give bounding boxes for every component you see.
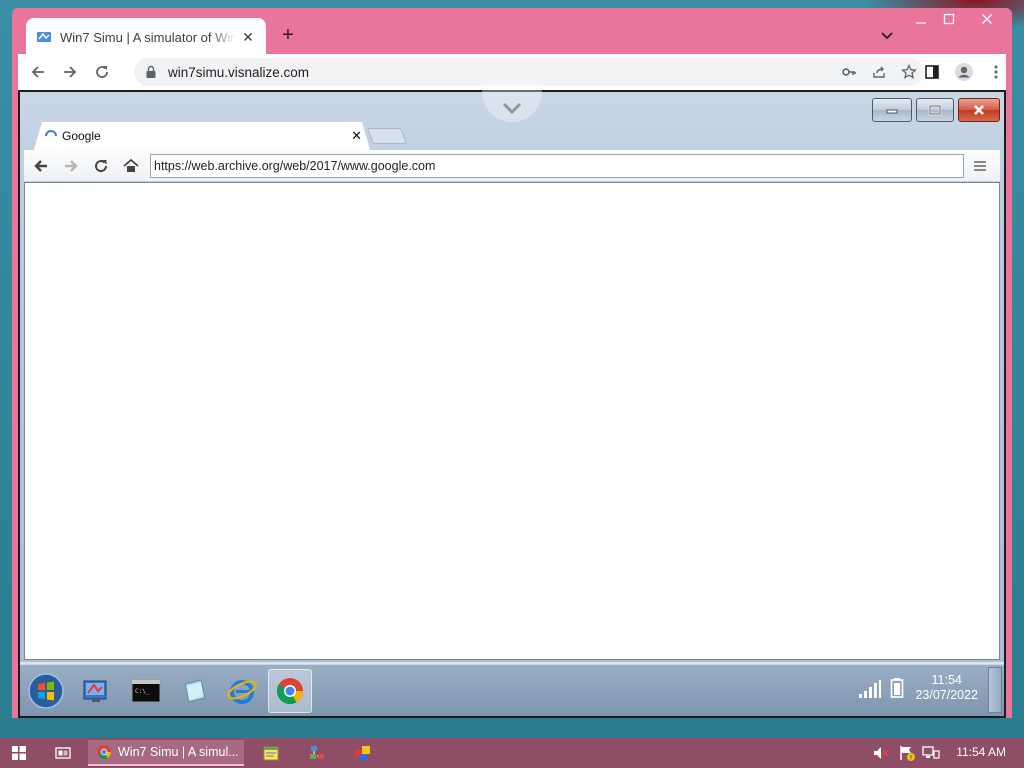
w7-address-bar[interactable]: https://web.archive.org/web/2017/www.goo… [150,154,964,178]
w7-close-button[interactable] [958,98,1000,122]
w7-reload-icon[interactable] [92,157,110,175]
w7-hamburger-menu-icon[interactable] [972,158,988,174]
close-x-icon [974,105,984,115]
w7-maximize-button[interactable] [916,98,954,122]
w7-browser-toolbar: https://web.archive.org/web/2017/www.goo… [24,150,1000,182]
host-taskbar-chrome-app[interactable]: Win7 Simu | A simul... [88,740,244,766]
task-view-icon [55,747,71,759]
chrome-close-button[interactable] [976,12,998,32]
chevron-down-icon [502,102,522,114]
reload-icon [96,66,108,78]
host-taskbar-clock[interactable]: 11:54 AM [956,745,1006,759]
share-icon[interactable] [864,58,894,86]
command-prompt-icon: C:\_ [131,679,161,703]
host-task-view-button[interactable] [48,738,78,768]
windows-logo-icon [12,746,26,760]
host-taskbar-paint-app[interactable] [348,738,378,768]
chrome-maximize-button[interactable] [938,12,960,32]
tab-search-chevron-icon[interactable] [878,26,896,44]
w7-page-content[interactable] [24,182,1000,660]
host-start-button[interactable] [4,738,34,768]
w7-clock[interactable]: 11:54 23/07/2022 [915,673,978,703]
omnibox[interactable]: win7simu.visnalize.com [134,58,924,86]
host-taskbar: Win7 Simu | A simul... ! 11:54 AM [0,738,1024,768]
paint-app-icon [355,746,370,760]
win7-simulator-viewport: Google ✕ https://web.archive.org/web/201… [18,84,1006,718]
w7-tab-title: Google [62,129,101,143]
profile-avatar-icon [955,63,973,81]
w7-taskbar-control-panel[interactable] [74,669,118,713]
chrome-tab-win7simu[interactable]: Win7 Simu | A simulator of Windows 7 ✕ [26,18,266,56]
speaker-muted-icon[interactable] [872,745,890,761]
chrome-tab-title: Win7 Simu | A simulator of Windows 7 [60,29,236,45]
chrome-logo-icon [97,745,111,759]
control-panel-icon [83,680,107,702]
w7-home-icon[interactable] [122,157,140,175]
omnibox-url: win7simu.visnalize.com [168,64,310,80]
sim-collapse-chevron-button[interactable] [482,84,542,122]
chrome-minimize-button[interactable] [910,12,932,32]
w7-forward-arrow-icon[interactable] [62,157,80,175]
svg-text:C:\_: C:\_ [135,688,150,695]
w7-taskbar-chrome[interactable] [268,669,312,713]
win7-chrome-window: Google ✕ https://web.archive.org/web/201… [20,84,1004,662]
lock-icon [146,65,156,78]
win7simu-favicon-icon [37,32,51,42]
side-panel-icon [925,65,939,79]
signal-strength-icon[interactable] [858,679,882,699]
passwords-key-icon[interactable] [834,58,864,86]
maximize-icon [928,104,942,116]
w7-new-tab-button[interactable] [367,128,407,144]
w7-taskbar: C:\_ 11:54 23/07/2022 [20,664,1004,716]
windows-orb-icon [28,673,64,709]
host-taskbar-network-app[interactable] [302,738,332,768]
back-arrow-icon [31,66,44,78]
network-monitor-icon[interactable] [922,745,940,761]
w7-minimize-button[interactable] [872,98,912,122]
kebab-menu-icon [994,65,998,79]
back-button[interactable] [24,58,52,86]
chrome-tab-close-icon[interactable]: ✕ [240,29,256,46]
chrome-tabstrip: Win7 Simu | A simulator of Windows 7 ✕ + [12,8,1012,56]
chrome-window: Win7 Simu | A simulator of Windows 7 ✕ + [12,8,1012,718]
action-center-flag-icon[interactable]: ! [898,745,916,761]
w7-taskbar-notepad[interactable] [172,669,216,713]
w7-tab-google[interactable]: Google ✕ [34,122,370,150]
chrome-logo-icon [276,678,304,705]
forward-arrow-icon [64,66,77,78]
loading-spinner-icon [44,129,58,143]
internet-explorer-icon [227,680,257,704]
w7-back-arrow-icon[interactable] [32,157,50,175]
w7-start-button[interactable] [24,669,68,713]
battery-icon[interactable] [890,677,904,699]
notepad-icon [184,679,206,703]
side-panel-button[interactable] [918,58,946,86]
w7-tab-close-icon[interactable]: ✕ [351,128,362,144]
svg-text:!: ! [910,755,912,762]
w7-show-desktop-button[interactable] [988,667,1002,713]
host-taskbar-notepad[interactable] [256,738,286,768]
chrome-menu-button[interactable] [982,58,1010,86]
forward-button[interactable] [56,58,84,86]
w7-taskbar-cmd[interactable]: C:\_ [124,669,168,713]
w7-taskbar-internet-explorer[interactable] [220,669,264,713]
sticky-notes-icon [263,746,279,761]
w7-clock-time: 11:54 [931,673,962,687]
reload-button[interactable] [88,58,116,86]
minimize-icon [886,109,898,114]
network-app-icon [310,746,324,759]
new-tab-button[interactable]: + [276,24,300,48]
w7-clock-date: 23/07/2022 [915,688,978,702]
profile-avatar-button[interactable] [950,58,978,86]
host-taskbar-app-label: Win7 Simu | A simul... [118,745,239,759]
